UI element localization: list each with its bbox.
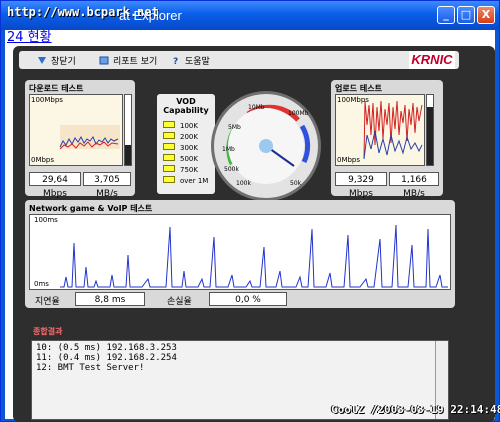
help-button[interactable]: ? 도움말	[171, 54, 210, 67]
timestamp-watermark: CoolZ /2003-03-19 22:14:48	[331, 403, 500, 416]
window-title: at Explorer	[119, 8, 182, 23]
help-label: 도움말	[185, 57, 210, 67]
download-mbs: 3,705 MB/s	[83, 172, 131, 199]
log-line: 11: (0.4 ms) 192.168.2.254	[36, 353, 177, 363]
loss-value: 0,0 %	[209, 292, 287, 306]
upload-level-bar	[426, 94, 434, 166]
download-mbps: 29,64 Mbps	[29, 172, 81, 199]
vod-item: 500K	[163, 154, 198, 163]
report-button[interactable]: 리포트 보기	[99, 54, 157, 67]
speed-gauge: 10Mb 5Mb 1Mb 500k 100k 50k 100Mb	[211, 91, 321, 201]
report-icon	[99, 56, 109, 65]
download-line	[59, 125, 120, 150]
svg-text:?: ?	[173, 57, 178, 65]
vod-item: 750K	[163, 165, 198, 174]
report-label: 리포트 보기	[113, 57, 158, 67]
browser-window: http://www.bcpark.net at Explorer _ □ X …	[0, 0, 500, 422]
gauge-label: 10Mb	[248, 104, 265, 111]
vod-item: 300K	[163, 143, 198, 152]
status-link[interactable]: 24 현황	[7, 26, 52, 45]
speed-test-panel: 창닫기 리포트 보기 ? 도움말 KRNIC 다운로드 테스트 100Mbps 0…	[13, 46, 495, 422]
gauge-label: 100Mb	[288, 110, 309, 117]
log-line: 12: BMT Test Server!	[36, 363, 145, 373]
close-window-icon	[38, 57, 46, 64]
gauge-label: 5Mb	[228, 124, 241, 131]
gauge-label: 50k	[290, 180, 302, 187]
summary-title: 종합결과	[33, 327, 63, 336]
help-icon: ?	[173, 57, 178, 65]
network-latency-line	[60, 224, 448, 288]
upload-graph: 100Mbps 0Mbps	[335, 94, 425, 166]
loss-label: 손실율	[167, 297, 192, 307]
close-button[interactable]: X	[477, 6, 495, 24]
latency-label: 지연율	[35, 297, 60, 307]
krnic-logo: KRNIC	[409, 51, 455, 69]
upload-mbs: 1,166 MB/s	[389, 172, 439, 199]
network-test-box: Network game & VoIP 테스트 100ms 0ms 지연율 8,…	[25, 200, 455, 308]
gauge-label: 500k	[224, 166, 239, 173]
vod-title: VOD Capability	[163, 97, 209, 115]
vod-item: 100K	[163, 121, 198, 130]
vod-item: over 1M	[163, 176, 208, 185]
upload-test-box: 업로드 테스트 100Mbps 0Mbps 9,329 Mbps 1,166 M…	[331, 80, 443, 199]
vod-item: 200K	[163, 132, 198, 141]
minimize-button[interactable]: _	[437, 6, 455, 24]
vod-capability-box: VOD Capability 100K 200K 300K 500K 750K …	[157, 94, 215, 194]
maximize-button[interactable]: □	[457, 6, 475, 24]
test-toolbar: 창닫기 리포트 보기 ? 도움말	[19, 51, 459, 69]
network-title: Network game & VoIP 테스트	[29, 204, 153, 213]
latency-value: 8,8 ms	[75, 292, 145, 306]
log-line: 10: (0.5 ms) 192.168.3.253	[36, 343, 177, 353]
download-level-bar	[124, 94, 132, 166]
close-window-button[interactable]: 창닫기	[37, 54, 76, 67]
download-test-box: 다운로드 테스트 100Mbps 0Mbps 29,64 Mbps 3,705 …	[25, 80, 135, 199]
upload-title: 업로드 테스트	[335, 84, 382, 93]
download-graph: 100Mbps 0Mbps	[29, 94, 123, 166]
upload-line	[363, 100, 423, 160]
close-window-label: 창닫기	[51, 57, 76, 67]
gauge-label: 1Mb	[222, 146, 235, 153]
download-title: 다운로드 테스트	[29, 84, 84, 93]
page-content: 24 현황 창닫기 리포트 보기 ? 도움말 KRNIC 다운로드 테스트 100…	[5, 30, 495, 422]
gauge-label: 100k	[236, 180, 251, 187]
network-graph: 100ms 0ms	[29, 214, 451, 290]
upload-mbps: 9,329 Mbps	[335, 172, 387, 199]
title-bar[interactable]: http://www.bcpark.net at Explorer _ □ X	[1, 1, 499, 30]
